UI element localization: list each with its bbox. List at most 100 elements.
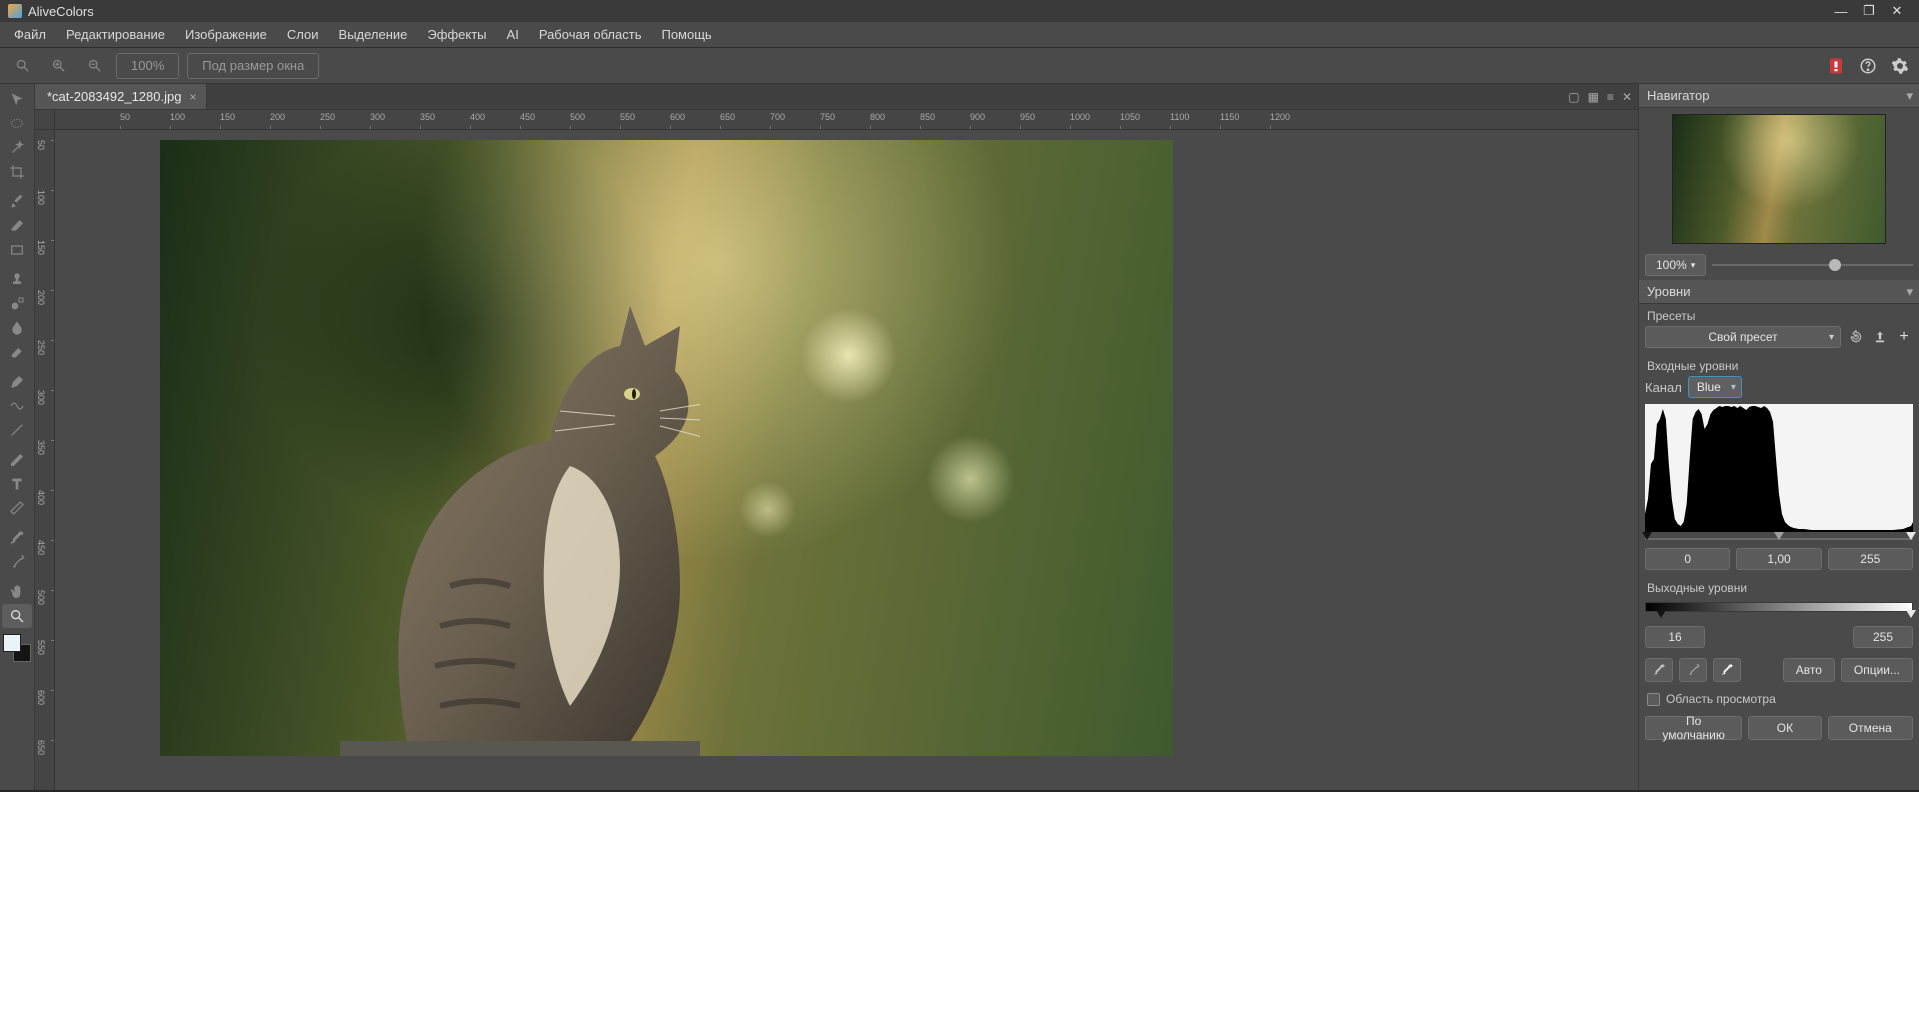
ruler-h-tick: 300 [370, 112, 385, 122]
preview-checkbox[interactable] [1647, 693, 1660, 706]
foreground-background-colors[interactable] [3, 634, 31, 662]
preset-row: Свой пресет + [1639, 326, 1919, 354]
cancel-button[interactable]: Отмена [1828, 716, 1913, 740]
ok-button[interactable]: ОК [1748, 716, 1821, 740]
image-content [160, 140, 1173, 756]
eyedropper-tool-icon[interactable] [2, 526, 32, 550]
input-levels-slider[interactable] [1645, 534, 1913, 544]
brush-tool-icon[interactable] [2, 190, 32, 214]
output-high-field[interactable]: 255 [1853, 626, 1913, 648]
input-gamma-handle[interactable] [1774, 532, 1784, 540]
channel-select[interactable]: Blue [1688, 376, 1742, 398]
input-gamma-field[interactable]: 1,00 [1736, 548, 1821, 570]
menu-help[interactable]: Помощь [651, 23, 721, 46]
output-black-handle[interactable] [1656, 610, 1666, 618]
ruler-h-tick: 1050 [1120, 112, 1140, 122]
view-list-icon[interactable]: ≡ [1607, 90, 1614, 104]
preview-checkbox-row[interactable]: Область просмотра [1647, 692, 1911, 706]
menu-image[interactable]: Изображение [175, 23, 277, 46]
zoom-out-icon[interactable] [80, 53, 108, 79]
stamp-tool-icon[interactable] [2, 268, 32, 292]
move-tool-icon[interactable] [2, 88, 32, 112]
slider-knob[interactable] [1829, 259, 1841, 271]
pencil-tool-icon[interactable] [2, 448, 32, 472]
save-preset-icon[interactable] [1871, 328, 1889, 346]
wave-tool-icon[interactable] [2, 394, 32, 418]
measure-tool-icon[interactable] [2, 496, 32, 520]
view-single-icon[interactable]: ▢ [1568, 90, 1579, 104]
auto-button[interactable]: Авто [1783, 658, 1835, 682]
crop-tool-icon[interactable] [2, 160, 32, 184]
input-levels-label: Входные уровни [1639, 354, 1919, 376]
input-low-field[interactable]: 0 [1645, 548, 1730, 570]
menu-file[interactable]: Файл [4, 23, 56, 46]
maximize-button[interactable]: ❐ [1855, 3, 1883, 19]
zoom-tool-icon[interactable] [2, 604, 32, 628]
gray-eyedropper-icon[interactable] [1679, 658, 1707, 682]
navigator-preview[interactable] [1672, 114, 1886, 244]
menu-workspace[interactable]: Рабочая область [529, 23, 652, 46]
eyedropper2-tool-icon[interactable] [2, 550, 32, 574]
options-button[interactable]: Опции... [1841, 658, 1913, 682]
ruler-h-tick: 550 [620, 112, 635, 122]
ruler-h-tick: 150 [220, 112, 235, 122]
preview-label: Область просмотра [1666, 692, 1776, 706]
output-low-field[interactable]: 16 [1645, 626, 1705, 648]
ruler-h-tick: 950 [1020, 112, 1035, 122]
foreground-color-chip[interactable] [3, 634, 21, 652]
zoom-in-icon[interactable] [44, 53, 72, 79]
input-black-handle[interactable] [1642, 532, 1652, 540]
navigator-menu-icon[interactable]: ▾ [1906, 88, 1913, 104]
white-eyedropper-icon[interactable] [1713, 658, 1741, 682]
settings-gear-icon[interactable] [1889, 55, 1911, 77]
zoom-cursor-icon[interactable] [8, 53, 36, 79]
navigator-zoom-slider[interactable] [1712, 256, 1913, 274]
wand-tool-icon[interactable] [2, 136, 32, 160]
output-gradient[interactable] [1645, 602, 1913, 612]
close-window-button[interactable]: ✕ [1883, 3, 1911, 19]
blur-tool-icon[interactable] [2, 316, 32, 340]
input-high-field[interactable]: 255 [1828, 548, 1913, 570]
output-handles[interactable] [1645, 612, 1913, 622]
text-tool-icon[interactable] [2, 472, 32, 496]
clone-tool-icon[interactable] [2, 292, 32, 316]
default-button[interactable]: По умолчанию [1645, 716, 1742, 740]
reset-preset-icon[interactable] [1847, 328, 1865, 346]
ruler-h-tick: 650 [720, 112, 735, 122]
smudge-tool-icon[interactable] [2, 340, 32, 364]
view-grid-icon[interactable]: ▦ [1588, 90, 1599, 104]
lasso-tool-icon[interactable] [2, 112, 32, 136]
input-white-handle[interactable] [1906, 532, 1916, 540]
zoom-level-box[interactable]: 100% [116, 53, 179, 79]
close-view-icon[interactable]: ✕ [1622, 90, 1632, 104]
black-eyedropper-icon[interactable] [1645, 658, 1673, 682]
menu-effects[interactable]: Эффекты [417, 23, 496, 46]
eraser-tool-icon[interactable] [2, 214, 32, 238]
shape-tool-icon[interactable] [2, 238, 32, 262]
help-icon[interactable] [1857, 55, 1879, 77]
preset-dropdown[interactable]: Свой пресет [1645, 326, 1841, 348]
menu-edit[interactable]: Редактирование [56, 23, 175, 46]
levels-panel-header[interactable]: Уровни ▾ [1639, 280, 1919, 304]
menu-layers[interactable]: Слои [277, 23, 329, 46]
document-tab[interactable]: *cat-2083492_1280.jpg × [35, 84, 207, 109]
app-logo-icon [8, 4, 22, 18]
navigator-panel-header[interactable]: Навигатор ▾ [1639, 84, 1919, 108]
line-tool-icon[interactable] [2, 418, 32, 442]
pen-tool-icon[interactable] [2, 370, 32, 394]
levels-menu-icon[interactable]: ▾ [1906, 284, 1913, 300]
navigator-zoom-button[interactable]: 100% ▾ [1645, 254, 1706, 276]
ruler-v-tick: 150 [36, 240, 46, 255]
add-preset-icon[interactable]: + [1895, 328, 1913, 346]
menu-ai[interactable]: AI [497, 23, 529, 46]
canvas-image[interactable] [160, 140, 1173, 756]
fit-window-button[interactable]: Под размер окна [187, 53, 319, 79]
document-tab-strip: *cat-2083492_1280.jpg × ▢ ▦ ≡ ✕ [35, 84, 1638, 110]
close-tab-icon[interactable]: × [189, 90, 196, 104]
output-white-handle[interactable] [1906, 610, 1916, 618]
minimize-button[interactable]: — [1827, 4, 1855, 19]
ruler-horizontal: 5010015020025030035040045050055060065070… [55, 110, 1638, 130]
menu-selection[interactable]: Выделение [329, 23, 418, 46]
alert-icon[interactable] [1825, 55, 1847, 77]
hand-tool-icon[interactable] [2, 580, 32, 604]
